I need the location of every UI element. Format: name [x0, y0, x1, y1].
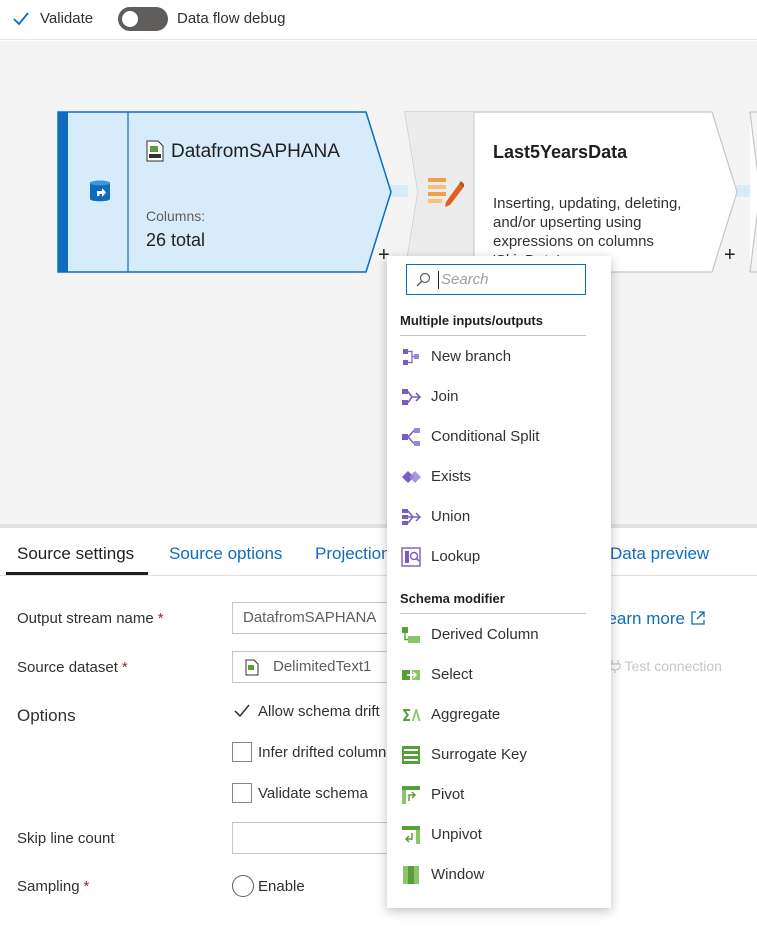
required-mark: * — [157, 610, 164, 627]
allow-schema-drift-label: Allow schema drift — [258, 703, 380, 720]
learn-more-link[interactable]: Learn more — [598, 609, 706, 629]
add-transformation-plus-icon-2[interactable]: + — [724, 244, 736, 267]
menu-item-label: Derived Column — [431, 626, 539, 643]
menu-item-conditional-split[interactable]: Conditional Split — [387, 418, 611, 456]
aggregate-icon — [403, 709, 421, 721]
menu-separator — [400, 613, 586, 614]
menu-item-label: Lookup — [431, 548, 481, 565]
tab-projection[interactable]: Projection — [315, 544, 391, 564]
new-branch-icon — [403, 349, 419, 365]
sampling-label: Sampling * — [17, 878, 89, 895]
menu-item-unpivot[interactable]: Unpivot — [387, 816, 611, 854]
dataset-file-icon — [245, 659, 259, 676]
external-link-icon — [691, 611, 705, 625]
source-columns-label: Columns: — [146, 208, 206, 224]
source-dataset-label: Source dataset * — [17, 659, 128, 676]
menu-item-select[interactable]: Select — [387, 656, 611, 694]
alter-row-icon — [428, 178, 464, 207]
select-icon — [402, 670, 420, 680]
menu-item-label: Pivot — [431, 786, 465, 803]
exists-icon — [402, 471, 421, 483]
panel-divider[interactable] — [0, 524, 757, 528]
output-stream-label: Output stream name * — [17, 610, 164, 627]
window-icon — [403, 866, 419, 884]
menu-search-input[interactable]: Search — [406, 264, 586, 295]
menu-separator — [400, 335, 586, 336]
menu-item-label: Join — [431, 388, 459, 405]
checkmark-icon — [234, 704, 250, 718]
conditional-split-icon — [402, 428, 420, 446]
lookup-icon — [401, 547, 421, 567]
menu-item-label: Exists — [431, 468, 472, 485]
infer-drifted-checkbox[interactable] — [232, 742, 252, 762]
menu-item-label: Conditional Split — [431, 428, 540, 445]
required-mark: * — [83, 878, 90, 895]
sampling-label-text: Sampling — [17, 878, 80, 895]
menu-item-join[interactable]: Join — [387, 378, 611, 416]
validate-schema-label: Validate schema — [258, 785, 368, 802]
source-dataset-value: DelimitedText1 — [273, 658, 372, 675]
required-mark: * — [121, 659, 128, 676]
menu-item-exists[interactable]: Exists — [387, 458, 611, 496]
menu-section-schema-modifier: Schema modifier — [400, 591, 505, 606]
output-stream-label-text: Output stream name — [17, 610, 154, 627]
menu-item-label: Window — [431, 866, 485, 883]
learn-more-text: Learn more — [598, 609, 685, 628]
menu-item-surrogate-key[interactable]: Surrogate Key — [387, 736, 611, 774]
menu-item-aggregate[interactable]: Aggregate — [387, 696, 611, 734]
menu-item-union[interactable]: Union — [387, 498, 611, 536]
unpivot-icon — [402, 826, 420, 844]
skip-line-count-input[interactable] — [232, 822, 402, 854]
source-dataset-label-text: Source dataset — [17, 659, 118, 676]
menu-item-label: Select — [431, 666, 473, 683]
sink-node-title: Last5YearsData — [493, 142, 628, 162]
menu-item-lookup[interactable]: Lookup — [387, 538, 611, 576]
text-caret — [438, 271, 439, 289]
union-icon — [402, 509, 421, 525]
validate-schema-checkbox[interactable] — [232, 783, 252, 803]
pivot-icon — [402, 786, 420, 804]
tab-source-options[interactable]: Source options — [169, 544, 282, 564]
settings-tabs: Source settings Source options Projectio… — [0, 530, 757, 576]
menu-item-derived-column[interactable]: Derived Column — [387, 616, 611, 654]
surrogate-key-icon — [402, 746, 420, 764]
allow-schema-drift-checkbox[interactable] — [232, 701, 252, 721]
search-icon — [416, 272, 431, 287]
source-node-title: DatafromSAPHANA — [171, 141, 340, 162]
menu-section-multiple-io: Multiple inputs/outputs — [400, 313, 543, 328]
add-transformation-menu: Search Multiple inputs/outputs New branc… — [387, 256, 611, 908]
sink-node-description: Inserting, updating, deleting, and/or up… — [493, 195, 682, 258]
csv-file-icon — [146, 140, 164, 162]
options-label: Options — [17, 706, 76, 725]
sampling-enable-label: Enable — [258, 878, 305, 895]
menu-item-label: Surrogate Key — [431, 746, 527, 763]
menu-item-label: Union — [431, 508, 471, 525]
active-tab-indicator — [6, 572, 148, 575]
source-dataset-select[interactable]: DelimitedText1 — [232, 651, 402, 683]
search-placeholder: Search — [441, 271, 489, 288]
menu-item-window[interactable]: Window — [387, 856, 611, 894]
tab-source-settings[interactable]: Source settings — [17, 544, 134, 564]
derived-column-icon — [402, 627, 420, 643]
source-transform-icon — [90, 180, 110, 202]
menu-item-pivot[interactable]: Pivot — [387, 776, 611, 814]
source-columns-value: 26 total — [146, 230, 206, 250]
menu-item-new-branch[interactable]: New branch — [387, 338, 611, 376]
sampling-enable-radio[interactable] — [232, 875, 254, 897]
tab-data-preview[interactable]: Data preview — [610, 544, 709, 564]
join-icon — [402, 389, 421, 405]
test-connection-text: Test connection — [624, 658, 722, 674]
menu-item-label: Unpivot — [431, 826, 482, 843]
skip-line-count-label: Skip line count — [17, 830, 115, 847]
menu-item-label: New branch — [431, 348, 512, 365]
next-node-edge — [749, 111, 757, 273]
connector-line — [390, 185, 408, 197]
output-stream-input[interactable]: DatafromSAPHANA — [232, 602, 402, 634]
test-connection-button[interactable]: Test connection — [609, 658, 722, 674]
menu-item-label: Aggregate — [431, 706, 501, 723]
